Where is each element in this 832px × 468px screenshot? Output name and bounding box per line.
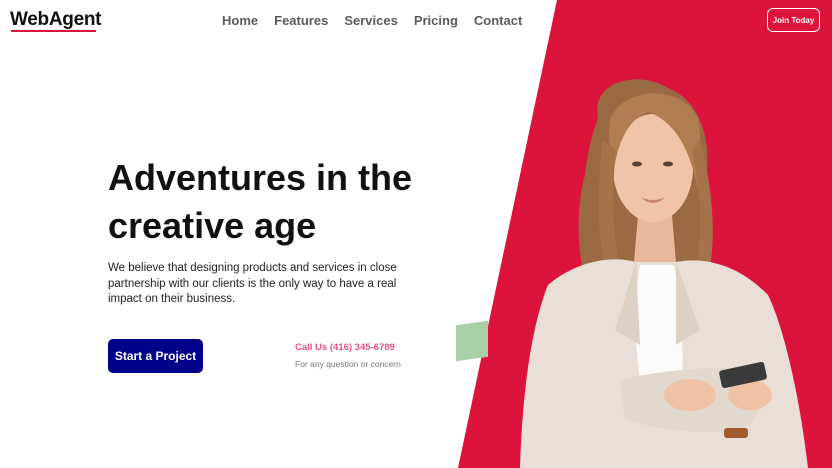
logo[interactable]: WebAgent xyxy=(10,9,102,31)
hero-title: Adventures in the creative age xyxy=(108,154,438,250)
call-us-link[interactable]: Call Us (416) 345-6789 xyxy=(295,342,395,353)
nav-item-features[interactable]: Features xyxy=(274,13,328,28)
logo-underline xyxy=(11,30,96,32)
nav-item-services[interactable]: Services xyxy=(344,13,398,28)
call-us-subtext: For any question or concern xyxy=(295,359,401,369)
nav-item-contact[interactable]: Contact xyxy=(474,13,522,28)
nav-item-home[interactable]: Home xyxy=(222,13,258,28)
hero-title-line-2: creative age xyxy=(108,205,317,246)
hero-title-line-1: Adventures in the xyxy=(108,157,413,198)
join-today-button[interactable]: Join Today xyxy=(767,8,820,32)
nav-menu: Home Features Services Pricing Contact xyxy=(222,13,522,28)
hero-description: We believe that designing products and s… xyxy=(108,262,397,305)
start-project-button[interactable]: Start a Project xyxy=(108,339,203,373)
nav-item-pricing[interactable]: Pricing xyxy=(414,13,458,28)
decorative-green-shape xyxy=(456,320,488,362)
top-navigation: WebAgent Home Features Services Pricing … xyxy=(0,0,832,42)
